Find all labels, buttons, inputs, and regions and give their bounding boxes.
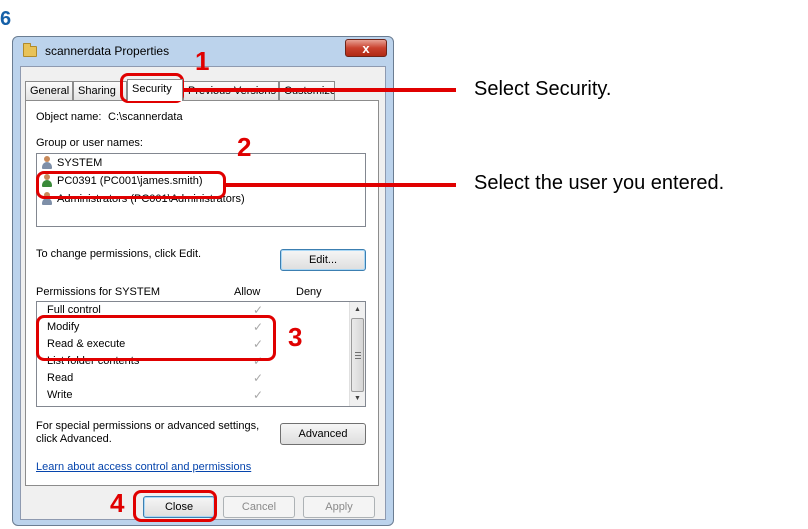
callout-line-2 — [226, 183, 456, 187]
list-item[interactable]: SYSTEM — [37, 154, 365, 172]
annotation-select-user: Select the user you entered. — [474, 172, 725, 194]
folder-icon — [23, 43, 37, 57]
dialog-client: General Sharing Security Previous Versio… — [20, 66, 386, 520]
step-number-2: 2 — [237, 132, 252, 162]
permission-row: Write ✓ — [37, 387, 365, 403]
allow-check-icon: ✓ — [253, 371, 264, 385]
user-group-icon — [41, 156, 52, 169]
permission-name: Read — [47, 372, 74, 384]
permission-row: Read ✓ — [37, 370, 365, 386]
scroll-thumb[interactable] — [351, 318, 364, 392]
special-permissions-text: For special permissions or advanced sett… — [36, 420, 260, 445]
permissions-header: Permissions for SYSTEM — [36, 286, 161, 298]
security-panel: Object name: C:\scannerdata Group or use… — [25, 100, 379, 486]
permission-name: Write — [47, 389, 73, 401]
step-number-main: 6 — [0, 8, 12, 30]
object-name-value: C:\scannerdata — [108, 111, 183, 123]
group-label: Group or user names: — [36, 137, 143, 149]
edit-button[interactable]: Edit... — [280, 249, 366, 271]
allow-check-icon: ✓ — [253, 388, 264, 402]
scroll-down-icon[interactable]: ▼ — [350, 391, 365, 406]
allow-header: Allow — [234, 286, 261, 298]
change-permissions-text: To change permissions, click Edit. — [36, 248, 202, 260]
cancel-button[interactable]: Cancel — [223, 496, 295, 518]
callout-line-1 — [184, 88, 456, 92]
annotation-select-security: Select Security. — [474, 78, 612, 100]
window-title: scannerdata Properties — [45, 44, 170, 58]
tab-security[interactable]: Security — [127, 79, 183, 101]
tab-general[interactable]: General — [25, 81, 73, 100]
window-close-button[interactable]: x — [345, 39, 387, 57]
highlight-user-entry — [36, 171, 226, 199]
properties-window: scannerdata Properties x General Sharing… — [12, 36, 394, 526]
advanced-button[interactable]: Advanced — [280, 423, 366, 445]
deny-header: Deny — [296, 286, 322, 298]
scroll-up-icon[interactable]: ▲ — [350, 302, 365, 317]
highlight-close-button — [133, 490, 217, 522]
highlight-permissions — [36, 315, 276, 361]
apply-button[interactable]: Apply — [303, 496, 375, 518]
permissions-scrollbar[interactable]: ▲ ▼ — [349, 302, 365, 406]
step-number-1: 1 — [195, 46, 210, 76]
user-name: SYSTEM — [57, 157, 103, 169]
access-control-link[interactable]: Learn about access control and permissio… — [36, 461, 251, 473]
step-number-4: 4 — [110, 488, 125, 518]
step-number-3: 3 — [288, 322, 303, 352]
tab-sharing[interactable]: Sharing — [73, 81, 127, 100]
object-name-label: Object name: — [36, 111, 102, 123]
